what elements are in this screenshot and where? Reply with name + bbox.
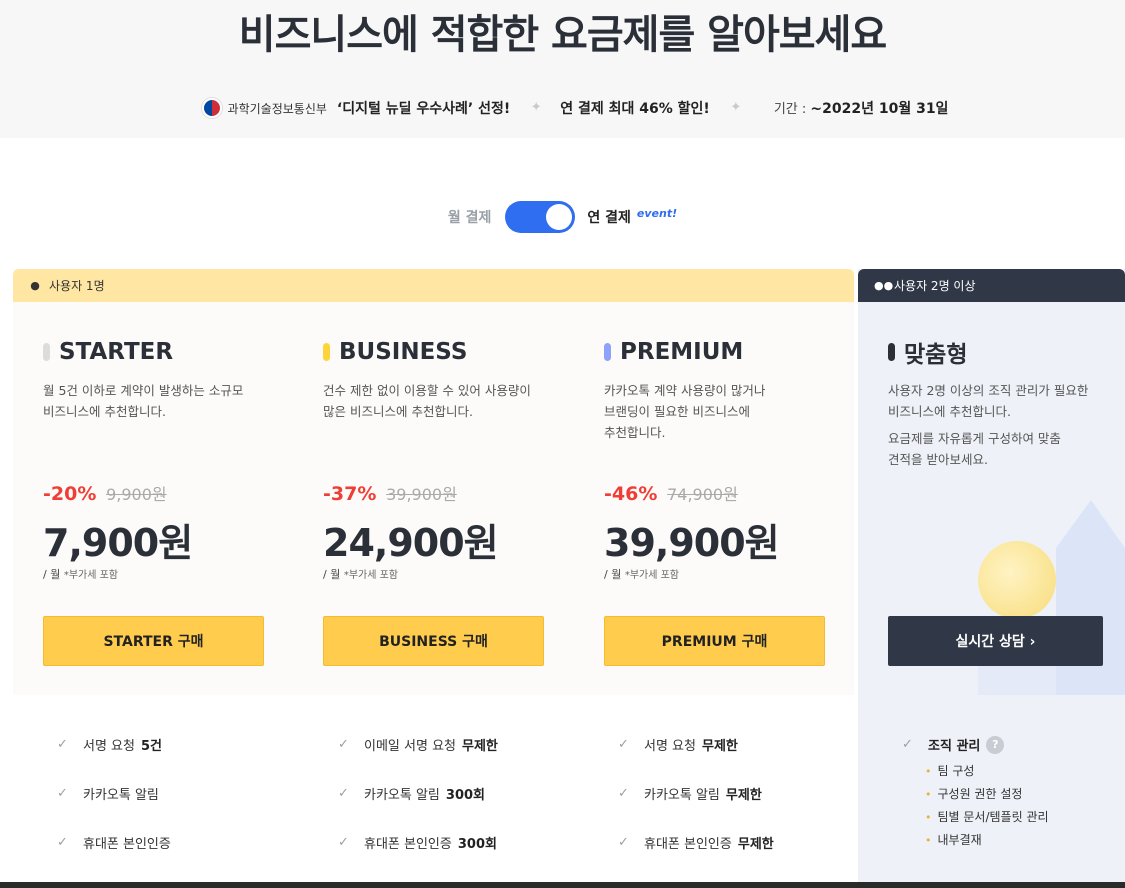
check-icon: ✓ (57, 737, 68, 752)
discount-info: -46% 74,900원 (604, 483, 738, 505)
award-notice: 과학기술정보통신부 ‘디지털 뉴딜 우수사례’ 선정! ✦ 연 결제 최대 46… (0, 96, 1125, 120)
feature-item: ✓ 휴대폰 본인인증 무제한 (618, 835, 774, 852)
plan-description: 카카오톡 계약 사용량이 많거나 브랜딩이 필요한 비즈니스에 추천합니다. (604, 383, 766, 440)
annual-billing-label[interactable]: 연 결제 (587, 207, 631, 227)
check-icon: ✓ (618, 737, 629, 752)
user-icon: ● (30, 279, 40, 292)
plan-description: 월 5건 이하로 계약이 발생하는 소규모 비즈니스에 추천합니다. (43, 383, 244, 419)
laurel-icon: ✦ (730, 100, 742, 115)
plan-description: 건수 제한 없이 이용할 수 있어 사용량이 많은 비즈니스에 추천합니다. (323, 383, 531, 419)
award-text: ‘디지털 뉴딜 우수사례’ 선정! (336, 101, 511, 117)
plan-starter: STARTER 월 5건 이하로 계약이 발생하는 소규모 비즈니스에 추천합니… (43, 336, 273, 422)
check-icon: ✓ (902, 737, 913, 752)
starter-buy-button[interactable]: STARTER 구매 (43, 616, 264, 666)
plan-description: 사용자 2명 이상의 조직 관리가 필요한 비즈니스에 추천합니다. 요금제를 … (888, 383, 1089, 467)
list-item: 내부결재 (925, 831, 1049, 854)
list-item: 팀 구성 (925, 762, 1049, 785)
multi-user-header: ●● 사용자 2명 이상 (858, 269, 1125, 302)
check-icon: ✓ (338, 786, 349, 801)
users-icon: ●● (874, 279, 894, 292)
price-period: / 월 *부가세 포함 (323, 568, 399, 581)
plan-price: 39,900원 (604, 521, 780, 565)
help-icon[interactable]: ? (986, 735, 1005, 754)
plan-name: PREMIUM (604, 336, 834, 368)
check-icon: ✓ (57, 786, 68, 801)
check-icon: ✓ (338, 737, 349, 752)
list-item: 구성원 권한 설정 (925, 785, 1049, 808)
discount-info: -37% 39,900원 (323, 483, 457, 505)
feature-item: ✓ 이메일 서명 요청 무제한 (338, 737, 498, 754)
feature-item: ✓ 카카오톡 알림 무제한 (618, 786, 762, 803)
toggle-knob (546, 204, 573, 230)
billing-cycle-toggle[interactable] (505, 201, 576, 233)
plan-premium: PREMIUM 카카오톡 계약 사용량이 많거나 브랜딩이 필요한 비즈니스에 … (604, 336, 834, 443)
check-icon: ✓ (338, 835, 349, 850)
ministry-name: 과학기술정보통신부 (227, 101, 327, 116)
feature-item: ✓ 서명 요청 무제한 (618, 737, 738, 754)
plan-business: BUSINESS 건수 제한 없이 이용할 수 있어 사용량이 많은 비즈니스에… (323, 336, 553, 422)
monthly-billing-label[interactable]: 월 결제 (448, 207, 492, 227)
list-item: 팀별 문서/템플릿 관리 (925, 808, 1049, 831)
billing-toggle-group: 월 결제 연 결제 event! (0, 200, 1125, 234)
check-icon: ✓ (618, 835, 629, 850)
laurel-icon: ✦ (530, 100, 542, 115)
feature-item: ✓ 조직 관리 ? (902, 735, 1005, 754)
feature-item: ✓ 카카오톡 알림 300회 (338, 786, 486, 803)
plan-price: 7,900원 (43, 521, 193, 565)
decorative-roof (1056, 500, 1125, 548)
price-period: / 월 *부가세 포함 (604, 568, 680, 581)
single-user-header: ● 사용자 1명 (13, 269, 854, 302)
plan-name: STARTER (43, 336, 273, 368)
feature-item: ✓ 카카오톡 알림 (57, 786, 159, 803)
promo-text: 연 결제 최대 46% 할인! (560, 101, 710, 117)
bottom-bar (0, 882, 1125, 888)
feature-item: ✓ 휴대폰 본인인증 300회 (338, 835, 497, 852)
org-feature-list: 팀 구성 구성원 권한 설정 팀별 문서/템플릿 관리 내부결재 (925, 762, 1049, 854)
business-buy-button[interactable]: BUSINESS 구매 (323, 616, 544, 666)
promo-period: 기간 : ~2022년 10월 31일 (773, 101, 949, 117)
plan-color-bar (43, 343, 50, 361)
event-badge: event! (636, 206, 678, 220)
plan-price: 24,900원 (323, 521, 499, 565)
feature-item: ✓ 서명 요청 5건 (57, 737, 162, 754)
check-icon: ✓ (57, 835, 68, 850)
plan-custom: 맞춤형 사용자 2명 이상의 조직 관리가 필요한 비즈니스에 추천합니다. 요… (888, 336, 1118, 470)
live-consult-button[interactable]: 실시간 상담 › (888, 616, 1103, 666)
discount-info: -20% 9,900원 (43, 483, 167, 505)
plan-color-bar (323, 343, 330, 361)
plan-color-bar (604, 343, 611, 361)
price-period: / 월 *부가세 포함 (43, 568, 119, 581)
decorative-circle (978, 541, 1056, 619)
plan-color-bar (888, 343, 895, 361)
premium-buy-button[interactable]: PREMIUM 구매 (604, 616, 825, 666)
page-title: 비즈니스에 적합한 요금제를 알아보세요 (238, 12, 887, 58)
korea-emblem-icon (201, 98, 222, 118)
check-icon: ✓ (618, 786, 629, 801)
feature-item: ✓ 휴대폰 본인인증 (57, 835, 171, 852)
plan-name: BUSINESS (323, 336, 553, 368)
plan-name: 맞춤형 (888, 336, 1118, 368)
